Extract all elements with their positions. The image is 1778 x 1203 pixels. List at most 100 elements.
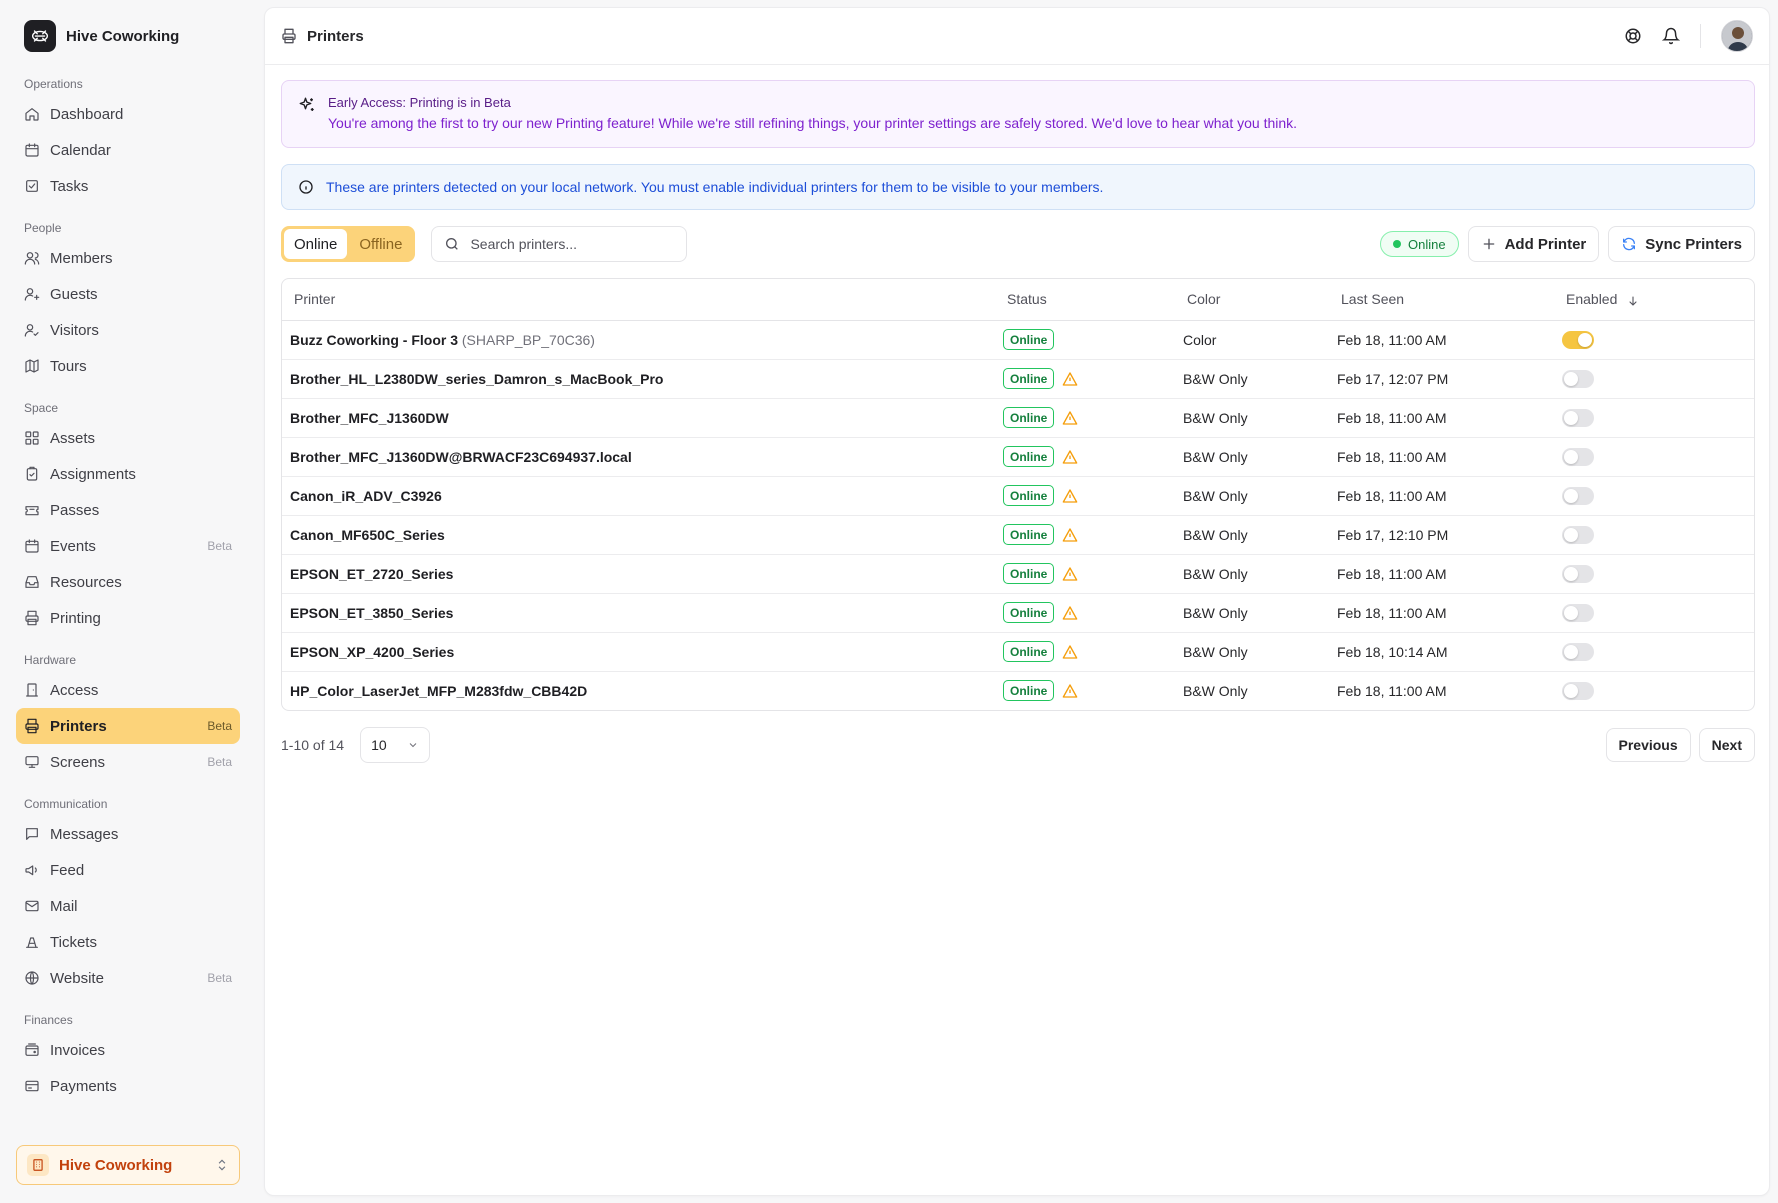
sidebar-item-website[interactable]: Website Beta (16, 960, 240, 996)
table-row[interactable]: HP_Color_LaserJet_MFP_M283fdw_CBB42D Onli… (282, 671, 1754, 710)
warning-icon[interactable] (1062, 605, 1078, 621)
warning-icon[interactable] (1062, 449, 1078, 465)
sidebar-item-passes[interactable]: Passes (16, 492, 240, 528)
sync-printers-button[interactable]: Sync Printers (1608, 226, 1755, 262)
last-seen-cell: Feb 18, 11:00 AM (1329, 320, 1554, 360)
tab-online[interactable]: Online (284, 229, 348, 259)
previous-page-button[interactable]: Previous (1605, 728, 1691, 762)
status-cell: Online (995, 476, 1175, 516)
table-row[interactable]: Brother_MFC_J1360DW@BRWACF23C694937.loca… (282, 437, 1754, 477)
page-size-select[interactable]: 10 (360, 727, 431, 763)
table-row[interactable]: Buzz Coworking - Floor 3 (SHARP_BP_70C36… (282, 320, 1754, 360)
enabled-toggle[interactable] (1562, 564, 1594, 583)
sidebar: Hive Coworking Operations Dashboard Calend… (0, 0, 262, 1203)
tab-offline[interactable]: Offline (349, 229, 412, 259)
enabled-cell (1554, 515, 1754, 555)
sidebar-item-invoices[interactable]: Invoices (16, 1032, 240, 1068)
user-avatar[interactable] (1721, 20, 1753, 52)
warning-icon[interactable] (1062, 410, 1078, 426)
warning-icon[interactable] (1062, 644, 1078, 660)
warning-icon[interactable] (1062, 566, 1078, 582)
table-row[interactable]: Canon_MF650C_Series Online B&W Only Feb 17,… (282, 515, 1754, 555)
search-input[interactable] (470, 236, 671, 252)
sidebar-item-label: Website (50, 969, 104, 987)
sidebar-item-guests[interactable]: Guests (16, 276, 240, 312)
sidebar-item-resources[interactable]: Resources (16, 564, 240, 600)
sidebar-item-events[interactable]: Events Beta (16, 528, 240, 564)
column-header-last-seen[interactable]: Last Seen (1329, 279, 1554, 321)
next-page-button[interactable]: Next (1698, 728, 1755, 762)
sidebar-item-printers[interactable]: Printers Beta (16, 708, 240, 744)
add-printer-label: Add Printer (1504, 235, 1587, 253)
table-row[interactable]: EPSON_ET_3850_Series Online B&W Only Feb 18… (282, 593, 1754, 633)
sidebar-item-assets[interactable]: Assets (16, 420, 240, 456)
enabled-toggle[interactable] (1562, 525, 1594, 544)
column-header-color[interactable]: Color (1175, 279, 1329, 321)
warning-icon[interactable] (1062, 488, 1078, 504)
warning-icon[interactable] (1062, 371, 1078, 387)
printer-cell: EPSON_XP_4200_Series (282, 632, 995, 672)
color-cell: B&W Only (1175, 515, 1329, 555)
status-cell: Online (995, 359, 1175, 399)
column-header-status[interactable]: Status (995, 279, 1175, 321)
last-seen-cell: Feb 18, 11:00 AM (1329, 437, 1554, 477)
color-cell: B&W Only (1175, 554, 1329, 594)
warning-icon[interactable] (1062, 683, 1078, 699)
status-cell: Online (995, 632, 1175, 672)
sidebar-item-visitors[interactable]: Visitors (16, 312, 240, 348)
table-row[interactable]: Brother_MFC_J1360DW Online B&W Only Feb 18,… (282, 398, 1754, 438)
brand[interactable]: Hive Coworking (24, 20, 179, 52)
sidebar-item-payments[interactable]: Payments (16, 1068, 240, 1104)
help-lifebuoy-icon[interactable] (1624, 27, 1642, 45)
sidebar-item-printing[interactable]: Printing (16, 600, 240, 636)
grid-icon (24, 430, 40, 446)
online-offline-toggle: Online Offline (281, 226, 416, 262)
inbox-icon (24, 574, 40, 590)
sidebar-item-label: Access (50, 681, 99, 699)
toolbar: Online Offline Online Add Printer (281, 226, 1755, 262)
status-cell: Online (995, 437, 1175, 477)
enabled-toggle[interactable] (1562, 681, 1594, 700)
sidebar-item-members[interactable]: Members (16, 240, 240, 276)
column-header-enabled[interactable]: Enabled (1554, 279, 1754, 321)
main-panel: Printers Early Access: Printing is in Be… (264, 7, 1770, 1196)
sidebar-item-tickets[interactable]: Tickets (16, 924, 240, 960)
printer-icon (24, 718, 40, 734)
sidebar-item-assignments[interactable]: Assignments (16, 456, 240, 492)
column-header-printer[interactable]: Printer (282, 279, 995, 321)
printer-name: Brother_HL_L2380DW_series_Damron_s_MacBo… (290, 370, 664, 387)
printer-name: Brother_MFC_J1360DW@BRWACF23C694937.loca… (290, 448, 632, 465)
table-row[interactable]: EPSON_XP_4200_Series Online B&W Only Feb 18… (282, 632, 1754, 672)
sidebar-item-messages[interactable]: Messages (16, 816, 240, 852)
sidebar-item-screens[interactable]: Screens Beta (16, 744, 240, 780)
sidebar-item-mail[interactable]: Mail (16, 888, 240, 924)
printer-name: Buzz Coworking - Floor 3 (290, 331, 458, 348)
enabled-toggle[interactable] (1562, 486, 1594, 505)
last-seen-cell: Feb 17, 12:07 PM (1329, 359, 1554, 399)
table-row[interactable]: Canon_iR_ADV_C3926 Online B&W Only Feb 18, … (282, 476, 1754, 516)
sidebar-item-calendar[interactable]: Calendar (16, 132, 240, 168)
enabled-toggle[interactable] (1562, 447, 1594, 466)
printer-cell: Brother_MFC_J1360DW@BRWACF23C694937.loca… (282, 437, 995, 477)
printer-cell: Canon_MF650C_Series (282, 515, 995, 555)
enabled-toggle[interactable] (1562, 369, 1594, 388)
enabled-toggle[interactable] (1562, 603, 1594, 622)
sidebar-item-feed[interactable]: Feed (16, 852, 240, 888)
sidebar-item-dashboard[interactable]: Dashboard (16, 96, 240, 132)
add-printer-button[interactable]: Add Printer (1467, 226, 1600, 262)
warning-icon[interactable] (1062, 527, 1078, 543)
bell-icon[interactable] (1662, 27, 1680, 45)
beta-banner-title: Early Access: Printing is in Beta (328, 95, 511, 110)
table-row[interactable]: Brother_HL_L2380DW_series_Damron_s_MacBo… (282, 359, 1754, 399)
enabled-toggle[interactable] (1562, 330, 1594, 349)
enabled-toggle[interactable] (1562, 408, 1594, 427)
sidebar-item-tasks[interactable]: Tasks (16, 168, 240, 204)
pagination: 1-10 of 14 10 Previous Next (281, 727, 1755, 763)
pagination-range: 1-10 of 14 (281, 737, 345, 753)
workspace-switcher[interactable]: Hive Coworking (16, 1145, 240, 1185)
connection-status-label: Online (1408, 236, 1446, 252)
table-row[interactable]: EPSON_ET_2720_Series Online B&W Only Feb 18… (282, 554, 1754, 594)
enabled-toggle[interactable] (1562, 642, 1594, 661)
sidebar-item-access[interactable]: Access (16, 672, 240, 708)
sidebar-item-tours[interactable]: Tours (16, 348, 240, 384)
